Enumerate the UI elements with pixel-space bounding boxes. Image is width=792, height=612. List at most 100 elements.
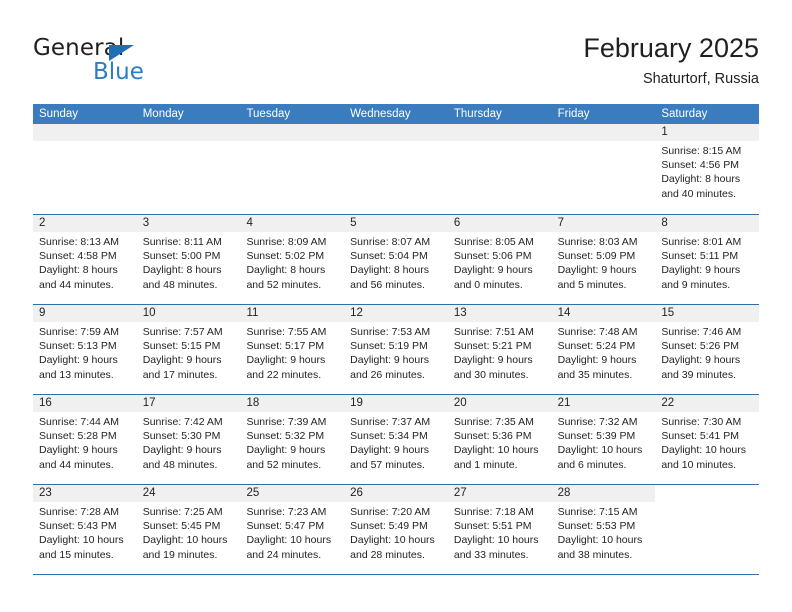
weekday-header-friday: Friday [557, 108, 590, 120]
day-cell[interactable]: 13 Sunrise: 7:51 AM Sunset: 5:21 PM Dayligh… [447, 305, 552, 394]
sunrise-text: Sunrise: 7:15 AM [557, 506, 638, 518]
day-sun-info: Sunrise: 7:55 AM Sunset: 5:17 PM Daylight:… [240, 322, 344, 382]
calendar-week-row: 1 Sunrise: 8:15 AM Sunset: 4:56 PM Daylight… [33, 124, 760, 214]
daylight-text-line2: and 13 minutes. [39, 368, 114, 381]
day-cell[interactable]: 22 Sunrise: 7:30 AM Sunset: 5:41 PM Dayligh… [655, 395, 760, 484]
day-cell[interactable]: 25 Sunrise: 7:23 AM Sunset: 5:47 PM Dayligh… [240, 485, 345, 574]
day-cell[interactable]: 9 Sunrise: 7:59 AM Sunset: 5:13 PM Daylight… [33, 305, 137, 394]
day-number: 28 [551, 485, 656, 502]
sunset-text: Sunset: 5:13 PM [39, 340, 117, 353]
daylight-text-line2: and 33 minutes. [453, 548, 529, 561]
day-cell[interactable]: 4 Sunrise: 8:09 AM Sunset: 5:02 PM Daylight… [240, 215, 345, 304]
day-cell[interactable]: 2 Sunrise: 8:13 AM Sunset: 4:58 PM Daylight… [33, 215, 137, 304]
day-number: 13 [447, 305, 552, 322]
brand-logo[interactable]: General Blue [33, 35, 263, 95]
weekday-header-thursday: Thursday [453, 108, 502, 120]
day-cell[interactable]: 28 Sunrise: 7:15 AM Sunset: 5:53 PM Dayligh… [551, 485, 656, 574]
day-number [551, 124, 656, 141]
day-number: 10 [136, 305, 241, 322]
sunset-text: Sunset: 5:32 PM [246, 430, 325, 443]
daylight-text-line2: and 15 minutes. [39, 548, 114, 561]
day-number: 26 [344, 485, 448, 502]
day-cell[interactable]: 14 Sunrise: 7:48 AM Sunset: 5:24 PM Dayligh… [551, 305, 656, 394]
daylight-text-line1: Daylight: 9 hours [142, 354, 222, 367]
day-number: 12 [344, 305, 448, 322]
day-cell[interactable]: 27 Sunrise: 7:18 AM Sunset: 5:51 PM Dayligh… [447, 485, 552, 574]
day-cell[interactable]: 6 Sunrise: 8:05 AM Sunset: 5:06 PM Daylight… [447, 215, 552, 304]
daylight-text-line1: Daylight: 10 hours [39, 534, 124, 547]
daylight-text-line1: Daylight: 9 hours [39, 354, 118, 367]
day-cell[interactable]: 5 Sunrise: 8:07 AM Sunset: 5:04 PM Daylight… [344, 215, 448, 304]
daylight-text-line1: Daylight: 9 hours [453, 354, 533, 367]
day-sun-info: Sunrise: 7:44 AM Sunset: 5:28 PM Daylight:… [33, 412, 137, 472]
sunrise-text: Sunrise: 7:39 AM [246, 416, 327, 428]
calendar-week-row: 2 Sunrise: 8:13 AM Sunset: 4:58 PM Daylight… [33, 214, 760, 304]
daylight-text-line1: Daylight: 9 hours [557, 264, 637, 277]
day-sun-info: Sunrise: 8:01 AM Sunset: 5:11 PM Daylight:… [655, 232, 759, 292]
day-number: 21 [551, 395, 656, 412]
daylight-text-line1: Daylight: 10 hours [246, 534, 332, 547]
day-cell-empty [136, 124, 241, 214]
day-sun-info: Sunrise: 7:23 AM Sunset: 5:47 PM Daylight:… [240, 502, 344, 562]
day-cell[interactable]: 20 Sunrise: 7:35 AM Sunset: 5:36 PM Dayligh… [447, 395, 552, 484]
day-cell[interactable]: 19 Sunrise: 7:37 AM Sunset: 5:34 PM Dayligh… [344, 395, 448, 484]
day-cell[interactable]: 3 Sunrise: 8:11 AM Sunset: 5:00 PM Daylight… [136, 215, 241, 304]
day-sun-info: Sunrise: 7:59 AM Sunset: 5:13 PM Daylight:… [33, 322, 137, 382]
daylight-text-line2: and 56 minutes. [350, 278, 425, 291]
day-cell[interactable]: 24 Sunrise: 7:25 AM Sunset: 5:45 PM Dayligh… [136, 485, 241, 574]
sunset-text: Sunset: 4:56 PM [661, 159, 739, 172]
daylight-text-line1: Daylight: 9 hours [661, 354, 741, 367]
day-cell-empty [655, 485, 760, 574]
day-cell-empty [240, 124, 345, 214]
sunrise-text: Sunrise: 8:03 AM [557, 236, 638, 248]
day-number: 14 [551, 305, 656, 322]
sunset-text: Sunset: 5:51 PM [453, 520, 532, 533]
daylight-text-line1: Daylight: 9 hours [246, 354, 326, 367]
day-cell[interactable]: 23 Sunrise: 7:28 AM Sunset: 5:43 PM Dayligh… [33, 485, 137, 574]
day-cell[interactable]: 12 Sunrise: 7:53 AM Sunset: 5:19 PM Dayligh… [344, 305, 448, 394]
day-cell[interactable]: 26 Sunrise: 7:20 AM Sunset: 5:49 PM Dayligh… [344, 485, 448, 574]
sunrise-text: Sunrise: 7:35 AM [453, 416, 534, 428]
sunrise-text: Sunrise: 8:07 AM [350, 236, 431, 248]
sunset-text: Sunset: 5:28 PM [39, 430, 117, 443]
daylight-text-line2: and 28 minutes. [350, 548, 425, 561]
day-number: 6 [447, 215, 552, 232]
daylight-text-line1: Daylight: 9 hours [350, 444, 429, 457]
day-sun-info: Sunrise: 7:20 AM Sunset: 5:49 PM Daylight:… [344, 502, 448, 562]
daylight-text-line2: and 44 minutes. [39, 278, 114, 291]
day-cell[interactable]: 18 Sunrise: 7:39 AM Sunset: 5:32 PM Dayligh… [240, 395, 345, 484]
day-cell[interactable]: 15 Sunrise: 7:46 AM Sunset: 5:26 PM Dayligh… [655, 305, 760, 394]
sunrise-text: Sunrise: 7:57 AM [142, 326, 223, 338]
daylight-text-line1: Daylight: 10 hours [350, 534, 435, 547]
day-number: 17 [136, 395, 241, 412]
sunset-text: Sunset: 5:19 PM [350, 340, 428, 353]
sunset-text: Sunset: 4:58 PM [39, 250, 117, 263]
day-number: 11 [240, 305, 345, 322]
day-cell[interactable]: 11 Sunrise: 7:55 AM Sunset: 5:17 PM Dayligh… [240, 305, 345, 394]
day-cell[interactable]: 7 Sunrise: 8:03 AM Sunset: 5:09 PM Daylight… [551, 215, 656, 304]
day-sun-info: Sunrise: 7:48 AM Sunset: 5:24 PM Daylight:… [552, 322, 656, 382]
day-cell-empty [447, 124, 552, 214]
daylight-text-line1: Daylight: 10 hours [557, 534, 643, 547]
day-cell[interactable]: 10 Sunrise: 7:57 AM Sunset: 5:15 PM Dayligh… [136, 305, 241, 394]
calendar-week-row: 9 Sunrise: 7:59 AM Sunset: 5:13 PM Daylight… [33, 304, 760, 394]
daylight-text-line2: and 0 minutes. [453, 278, 523, 291]
daylight-text-line2: and 6 minutes. [557, 458, 627, 471]
day-cell[interactable]: 1 Sunrise: 8:15 AM Sunset: 4:56 PM Daylight… [655, 124, 760, 214]
day-cell[interactable]: 17 Sunrise: 7:42 AM Sunset: 5:30 PM Dayligh… [136, 395, 241, 484]
day-cell[interactable]: 16 Sunrise: 7:44 AM Sunset: 5:28 PM Dayligh… [33, 395, 137, 484]
sunset-text: Sunset: 5:41 PM [661, 430, 739, 443]
sunset-text: Sunset: 5:30 PM [142, 430, 221, 443]
daylight-text-line1: Daylight: 9 hours [350, 354, 429, 367]
day-cell[interactable]: 8 Sunrise: 8:01 AM Sunset: 5:11 PM Daylight… [655, 215, 760, 304]
day-number: 22 [655, 395, 760, 412]
daylight-text-line2: and 19 minutes. [142, 548, 218, 561]
page-title: February 2025 [583, 33, 759, 63]
daylight-text-line1: Daylight: 10 hours [661, 444, 746, 457]
day-cell[interactable]: 21 Sunrise: 7:32 AM Sunset: 5:39 PM Dayligh… [551, 395, 656, 484]
day-number: 5 [344, 215, 448, 232]
daylight-text-line1: Daylight: 8 hours [142, 264, 222, 277]
daylight-text-line1: Daylight: 8 hours [246, 264, 326, 277]
sunrise-text: Sunrise: 7:23 AM [246, 506, 327, 518]
daylight-text-line2: and 48 minutes. [142, 278, 218, 291]
